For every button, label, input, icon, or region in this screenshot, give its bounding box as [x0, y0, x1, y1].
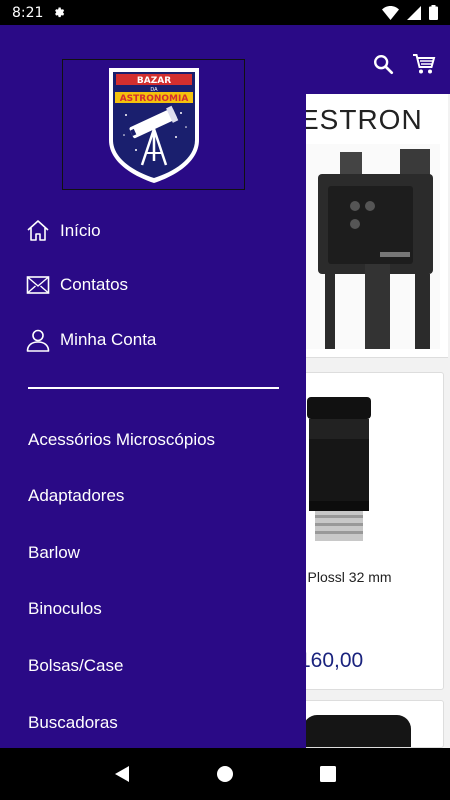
category-item[interactable]: Binoculos [28, 595, 102, 623]
home-icon [27, 220, 49, 241]
mail-icon [26, 276, 50, 294]
settings-icon [55, 7, 65, 17]
cart-icon[interactable] [412, 53, 436, 75]
status-bar: 8:21 [0, 0, 450, 25]
product-price: 160,00 [299, 649, 364, 672]
nav-item-minha-conta[interactable]: Minha Conta [26, 325, 156, 355]
drawer-divider [28, 387, 279, 389]
product-brand: ESTRON [300, 104, 423, 135]
category-item[interactable]: Acessórios Microscópios [28, 426, 215, 454]
nav-item-label: Contatos [60, 275, 129, 294]
category-item[interactable]: Buscadoras [28, 709, 118, 737]
back-button[interactable] [107, 759, 137, 789]
system-nav-bar [0, 748, 450, 800]
user-icon [26, 329, 50, 352]
logo-text-astronomia: ASTRONOMIA [119, 94, 188, 104]
recents-icon [320, 766, 337, 782]
category-item[interactable]: Barlow [28, 539, 80, 567]
signal-icon [407, 5, 421, 20]
search-icon[interactable] [372, 53, 394, 75]
back-icon [114, 766, 129, 782]
status-time: 8:21 [12, 4, 44, 21]
home-button[interactable] [210, 759, 240, 789]
store-logo[interactable]: BAZAR DA ASTRONOMIA [62, 59, 245, 190]
nav-item-contatos[interactable]: Contatos [26, 270, 128, 300]
product-title: r Plossl 32 mm [299, 569, 392, 585]
category-item[interactable]: Adaptadores [28, 482, 124, 510]
navigation-drawer: BAZAR DA ASTRONOMIA Início Contatos Minh… [0, 25, 306, 748]
nav-item-label: Minha Conta [60, 330, 157, 349]
product-image [300, 144, 440, 349]
logo-text-bazar: BAZAR [136, 76, 170, 86]
product-image [299, 397, 379, 547]
product-image [303, 715, 411, 747]
category-item[interactable]: Bolsas/Case [28, 652, 123, 680]
battery-icon [429, 5, 438, 20]
nav-item-inicio[interactable]: Início [26, 216, 101, 246]
home-circle-icon [216, 766, 233, 782]
recents-button[interactable] [313, 759, 343, 789]
wifi-icon [382, 5, 399, 20]
nav-item-label: Início [60, 221, 101, 240]
